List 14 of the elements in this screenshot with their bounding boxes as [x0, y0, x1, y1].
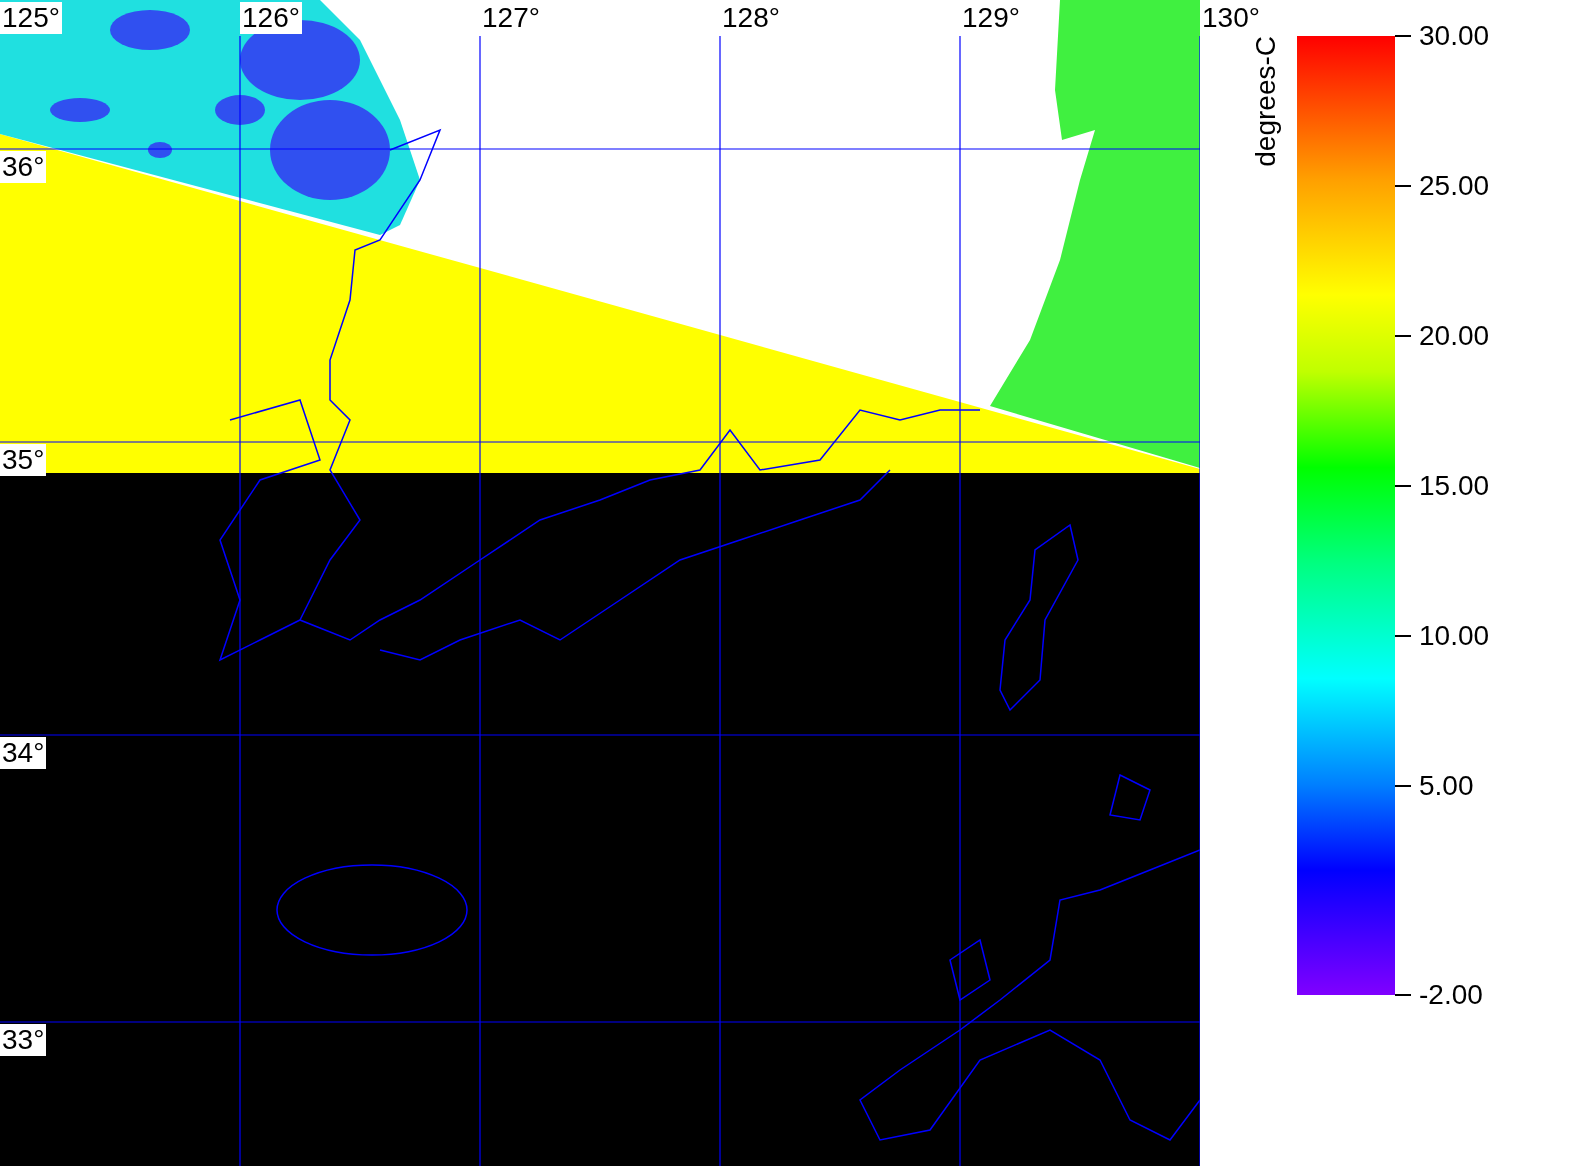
longitude-label: 125° [0, 2, 62, 34]
colorbar-tick-label: 25.00 [1419, 170, 1490, 202]
colorbar-tick-label: -2.00 [1419, 979, 1483, 1011]
latitude-label: 35° [0, 444, 47, 476]
colorbar-tick-label: 10.00 [1419, 620, 1490, 652]
colorbar-tick-label: 5.00 [1419, 770, 1474, 802]
longitude-label: 126° [240, 2, 302, 34]
latitude-label: 34° [0, 737, 47, 769]
colorbar-tick-label: 20.00 [1419, 320, 1490, 352]
colorbar-tick-label: 30.00 [1419, 20, 1490, 52]
latitude-label: 33° [0, 1024, 47, 1056]
latitude-label: 36° [0, 151, 47, 183]
colorbar-tick-label: 15.00 [1419, 470, 1490, 502]
colorbar-title: degrees-C [1250, 36, 1282, 167]
